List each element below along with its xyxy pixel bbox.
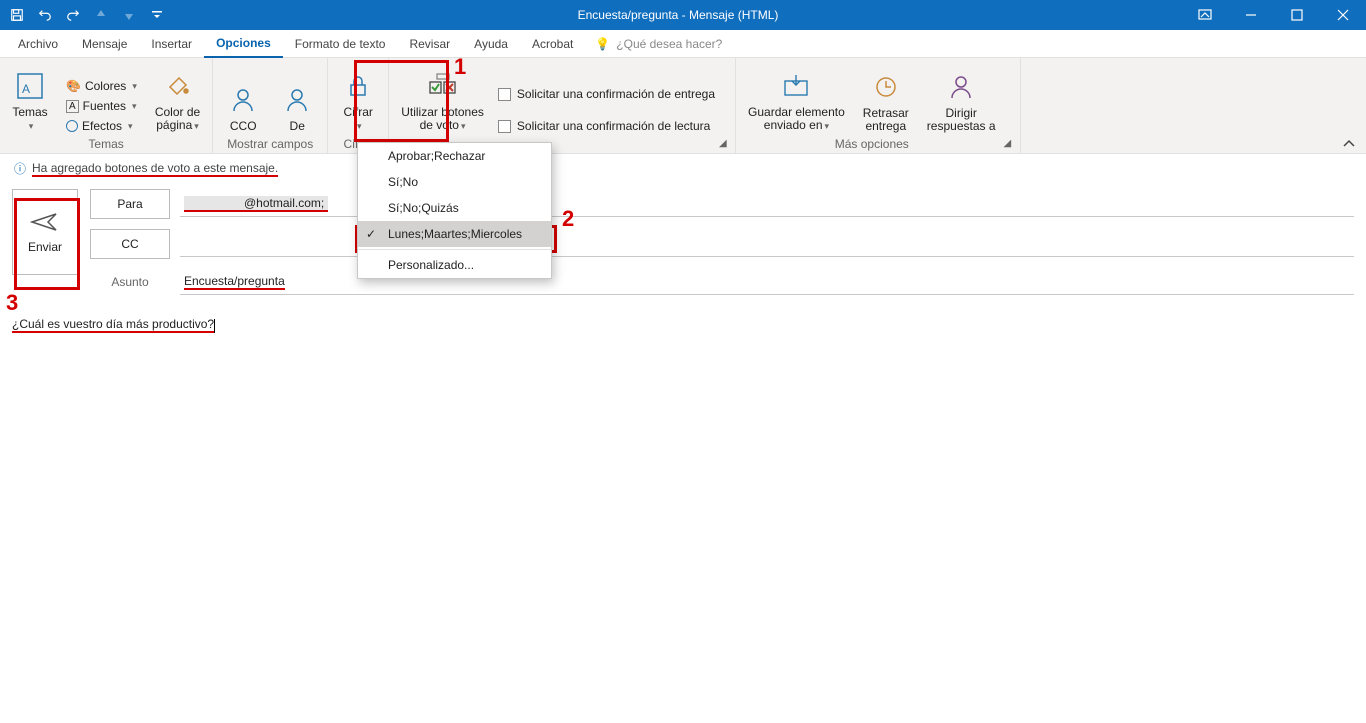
tab-insertar[interactable]: Insertar: [139, 31, 204, 57]
bucket-icon: [165, 68, 191, 104]
encrypt-button[interactable]: Cifrar▾: [336, 66, 380, 135]
fonts-label: Fuentes: [83, 99, 126, 113]
text-cursor: [214, 319, 215, 333]
themes-icon: A: [15, 68, 45, 104]
tab-formato[interactable]: Formato de texto: [283, 31, 398, 57]
effects-icon: [66, 120, 78, 132]
cc-button[interactable]: CC: [90, 229, 170, 259]
page-color-label2: página: [156, 118, 192, 132]
page-color-label1: Color de: [155, 105, 200, 119]
page-color-button[interactable]: Color depágina▾: [151, 66, 204, 135]
direct-label1: Dirigir: [945, 106, 976, 120]
delay-label2: entrega: [865, 119, 906, 133]
tab-revisar[interactable]: Revisar: [397, 31, 462, 57]
themes-button[interactable]: A Temas▾: [8, 66, 52, 135]
qat-arrowdown-icon[interactable]: [118, 4, 140, 26]
svg-text:A: A: [22, 82, 30, 96]
voting-label1: Utilizar botones: [401, 105, 484, 119]
from-label: De: [290, 120, 305, 133]
send-label: Enviar: [28, 240, 62, 254]
group-campos-label: Mostrar campos: [227, 135, 313, 151]
read-receipt-checkbox[interactable]: Solicitar una confirmación de lectura: [498, 117, 715, 135]
save-sent-label1: Guardar elemento: [748, 105, 845, 119]
qat-arrowup-icon[interactable]: [90, 4, 112, 26]
more-options-dialog-launcher[interactable]: ◢: [1004, 138, 1016, 150]
voting-buttons-button[interactable]: Utilizar botonesde voto▾: [397, 66, 488, 135]
palette-icon: 🎨: [66, 79, 81, 93]
delivery-receipt-label: Solicitar una confirmación de entrega: [517, 87, 715, 101]
group-mas-label: Más opciones: [835, 135, 909, 151]
message-body[interactable]: ¿Cuál es vuestro día más productivo?: [0, 301, 1366, 347]
colors-button[interactable]: 🎨Colores▾: [62, 77, 141, 95]
check-icon: ✓: [366, 227, 376, 241]
bcc-button[interactable]: CCO: [221, 80, 265, 135]
checkbox-icon: [498, 120, 511, 133]
checkbox-icon: [498, 88, 511, 101]
voting-label2: de voto: [420, 118, 459, 132]
tell-me-placeholder: ¿Qué desea hacer?: [616, 37, 722, 51]
tab-archivo[interactable]: Archivo: [6, 31, 70, 57]
tab-acrobat[interactable]: Acrobat: [520, 31, 585, 57]
to-button[interactable]: Para: [90, 189, 170, 219]
ribbon-display-icon[interactable]: [1182, 0, 1228, 30]
info-icon: ⓘ: [14, 160, 26, 177]
save-sent-item-button[interactable]: Guardar elementoenviado en▾: [744, 66, 849, 135]
collapse-ribbon-icon[interactable]: [1342, 139, 1356, 149]
redo-icon[interactable]: [62, 4, 84, 26]
send-icon: [30, 210, 60, 234]
send-button[interactable]: Enviar: [12, 189, 78, 275]
voting-option-custom-days[interactable]: ✓Lunes;Maartes;Miercoles: [358, 221, 551, 247]
voting-option-yes-no-maybe[interactable]: Sí;No;Quizás: [358, 195, 551, 221]
group-temas-label: Temas: [88, 135, 123, 151]
fonts-button[interactable]: AFuentes▾: [62, 97, 141, 115]
undo-icon[interactable]: [34, 4, 56, 26]
direct-replies-button[interactable]: Dirigirrespuestas a: [923, 67, 1000, 135]
font-icon: A: [66, 100, 79, 113]
save-sent-icon: [782, 68, 810, 104]
delay-label1: Retrasar: [863, 106, 909, 120]
info-banner-text: Ha agregado botones de voto a este mensa…: [32, 161, 278, 177]
from-button[interactable]: De: [275, 80, 319, 135]
bcc-label: CCO: [230, 120, 257, 133]
themes-label: Temas: [12, 105, 47, 119]
voting-option-yes-no[interactable]: Sí;No: [358, 169, 551, 195]
subject-text: Encuesta/pregunta: [184, 274, 285, 290]
subject-label: Asunto: [90, 275, 170, 289]
lock-icon: [345, 68, 371, 104]
tab-mensaje[interactable]: Mensaje: [70, 31, 139, 57]
to-recipient[interactable]: @hotmail.com;: [184, 196, 328, 212]
tab-opciones[interactable]: Opciones: [204, 30, 283, 58]
clock-icon: [873, 69, 899, 105]
delay-delivery-button[interactable]: Retrasarentrega: [859, 67, 913, 135]
tab-ayuda[interactable]: Ayuda: [462, 31, 520, 57]
voting-option-customize[interactable]: Personalizado...: [358, 252, 551, 278]
tracking-dialog-launcher[interactable]: ◢: [719, 138, 731, 150]
voting-icon: [428, 68, 458, 104]
voting-option-approve-reject[interactable]: Aprobar;Rechazar: [358, 143, 551, 169]
lightbulb-icon: 💡: [595, 37, 610, 51]
qat-customize-icon[interactable]: [146, 4, 168, 26]
body-text: ¿Cuál es vuestro día más productivo?: [12, 317, 214, 333]
person-reply-icon: [948, 69, 974, 105]
minimize-icon[interactable]: [1228, 0, 1274, 30]
maximize-icon[interactable]: [1274, 0, 1320, 30]
voting-dropdown: Aprobar;Rechazar Sí;No Sí;No;Quizás ✓Lun…: [357, 142, 552, 279]
save-icon[interactable]: [6, 4, 28, 26]
effects-button[interactable]: Efectos▾: [62, 117, 141, 135]
person-from-icon: [284, 82, 310, 118]
window-title: Encuesta/pregunta - Mensaje (HTML): [174, 8, 1182, 22]
save-sent-label2: enviado en: [764, 118, 823, 132]
encrypt-label: Cifrar: [344, 105, 373, 119]
tell-me-search[interactable]: 💡 ¿Qué desea hacer?: [595, 37, 722, 51]
colors-label: Colores: [85, 79, 126, 93]
effects-label: Efectos: [82, 119, 122, 133]
direct-label2: respuestas a: [927, 119, 996, 133]
person-bcc-icon: [230, 82, 256, 118]
delivery-receipt-checkbox[interactable]: Solicitar una confirmación de entrega: [498, 85, 715, 103]
menu-separator: [358, 249, 551, 250]
read-receipt-label: Solicitar una confirmación de lectura: [517, 119, 710, 133]
close-icon[interactable]: [1320, 0, 1366, 30]
